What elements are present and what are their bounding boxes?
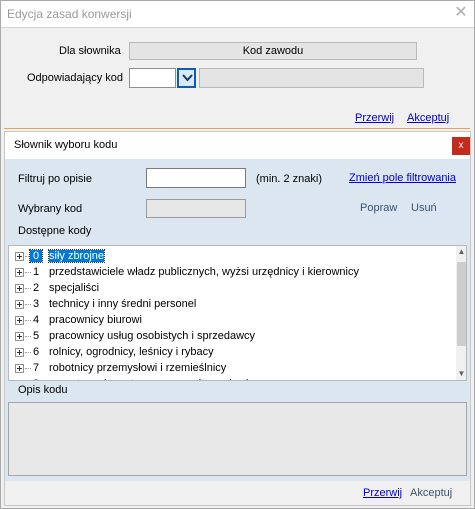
tree-connector xyxy=(25,288,31,289)
tree-item-code: 0 xyxy=(28,249,44,263)
tree-item-code: 3 xyxy=(33,298,40,310)
close-icon[interactable]: ✕ xyxy=(451,3,471,23)
code-description-field xyxy=(199,68,424,88)
dictionary-field: Kod zawodu xyxy=(129,42,417,60)
plus-expander-icon[interactable] xyxy=(15,268,24,277)
tree-item-code: 7 xyxy=(33,362,40,374)
scroll-down-icon[interactable]: ▼ xyxy=(456,368,466,380)
outer-cancel-link[interactable]: Przerwij xyxy=(355,112,394,124)
window-title: Edycja zasad konwersji xyxy=(7,7,132,21)
scroll-thumb[interactable] xyxy=(457,262,466,346)
change-filter-link[interactable]: Zmień pole filtrowania xyxy=(349,172,456,184)
tree-item-label: przedstawiciele władz publicznych, wyżsi… xyxy=(49,266,359,278)
tree-item-label: pracownicy usług osobistych i sprzedawcy xyxy=(49,330,256,342)
filter-input[interactable] xyxy=(146,168,246,188)
code-input[interactable] xyxy=(129,68,176,88)
tree-item[interactable]: 8 operatorzy i monterzy maszyn i urządzeń xyxy=(9,377,449,381)
tree-item-label: specjaliści xyxy=(49,282,100,294)
tree-item[interactable]: 4 pracownicy biurowi xyxy=(9,313,449,329)
tree-item-label: pracownicy biurowi xyxy=(49,314,142,326)
tree-item-code: 1 xyxy=(33,266,40,278)
tree-item[interactable]: 0 siły zbrojne xyxy=(9,249,449,265)
selected-code-label: Wybrany kod xyxy=(18,203,83,215)
tree-connector xyxy=(25,368,31,369)
dictionary-label: Dla słownika xyxy=(59,45,121,57)
available-codes-label: Dostępne kody xyxy=(18,225,92,237)
description-label: Opis kodu xyxy=(18,384,68,396)
tree-item[interactable]: 6 rolnicy, ogrodnicy, leśnicy i rybacy xyxy=(9,345,449,361)
tree-item[interactable]: 3 technicy i inny średni personel xyxy=(9,297,449,313)
outer-accept-link[interactable]: Akceptuj xyxy=(407,112,449,124)
tree-item-label: technicy i inny średni personel xyxy=(49,298,197,310)
tree-item[interactable]: 7 robotnicy przemysłowi i rzemieślnicy xyxy=(9,361,449,377)
plus-expander-icon[interactable] xyxy=(15,348,24,357)
tree-item[interactable]: 5 pracownicy usług osobistych i sprzedawc… xyxy=(9,329,449,345)
dialog-accept-button[interactable]: Akceptuj xyxy=(410,487,452,499)
code-label: Odpowiadający kod xyxy=(27,72,124,84)
chevron-down-icon xyxy=(182,74,193,82)
selected-code-field xyxy=(146,199,246,218)
tree-item-code: 6 xyxy=(33,346,40,358)
window-titlebar: Edycja zasad konwersji ✕ xyxy=(1,1,474,28)
codes-tree[interactable]: 0 siły zbrojne 1 przedstawiciele władz publ… xyxy=(8,245,467,381)
tree-item-code: 2 xyxy=(33,282,40,294)
plus-expander-icon[interactable] xyxy=(15,300,24,309)
description-box xyxy=(8,402,467,476)
tree-item[interactable]: 1 przedstawiciele władz publicznych, wyżs… xyxy=(9,265,449,281)
plus-expander-icon[interactable] xyxy=(15,380,24,381)
tree-item-label: robotnicy przemysłowi i rzemieślnicy xyxy=(49,362,227,374)
code-picker-dialog: Słownik wyboru kodu x Filtruj po opisie … xyxy=(4,131,471,506)
tree-connector xyxy=(25,320,31,321)
plus-expander-icon[interactable] xyxy=(15,316,24,325)
fix-button[interactable]: Popraw xyxy=(360,202,397,214)
tree-item-code: 8 xyxy=(33,378,39,380)
plus-expander-icon[interactable] xyxy=(15,364,24,373)
filter-label: Filtruj po opisie xyxy=(18,173,92,185)
tree-scrollbar[interactable]: ▲ ▼ xyxy=(456,246,466,380)
tree-item-label: siły zbrojne xyxy=(47,249,106,263)
tree-item-code: 5 xyxy=(33,330,40,342)
dialog-titlebar: Słownik wyboru kodu x xyxy=(5,132,470,159)
tree-connector xyxy=(25,272,31,273)
scroll-up-icon[interactable]: ▲ xyxy=(456,246,466,258)
tree-item-code: 4 xyxy=(33,314,40,326)
dialog-cancel-link[interactable]: Przerwij xyxy=(363,487,402,499)
delete-button[interactable]: Usuń xyxy=(411,202,437,214)
code-dropdown-button[interactable] xyxy=(177,68,196,88)
tree-item[interactable]: 2 specjaliści xyxy=(9,281,449,297)
plus-expander-icon[interactable] xyxy=(15,284,24,293)
filter-hint: (min. 2 znaki) xyxy=(256,173,323,185)
plus-expander-icon[interactable] xyxy=(15,252,24,261)
tree-connector xyxy=(25,336,31,337)
tree-item-label: operatorzy i monterzy maszyn i urządzeń xyxy=(49,378,250,380)
dialog-title: Słownik wyboru kodu xyxy=(14,139,118,151)
tree-item-label: rolnicy, ogrodnicy, leśnicy i rybacy xyxy=(49,346,214,358)
separator xyxy=(4,128,470,129)
tree-connector xyxy=(25,352,31,353)
dialog-close-button[interactable]: x xyxy=(452,137,470,155)
tree-connector xyxy=(25,304,31,305)
dialog-button-bar: Przerwij Akceptuj xyxy=(5,481,470,505)
plus-expander-icon[interactable] xyxy=(15,332,24,341)
